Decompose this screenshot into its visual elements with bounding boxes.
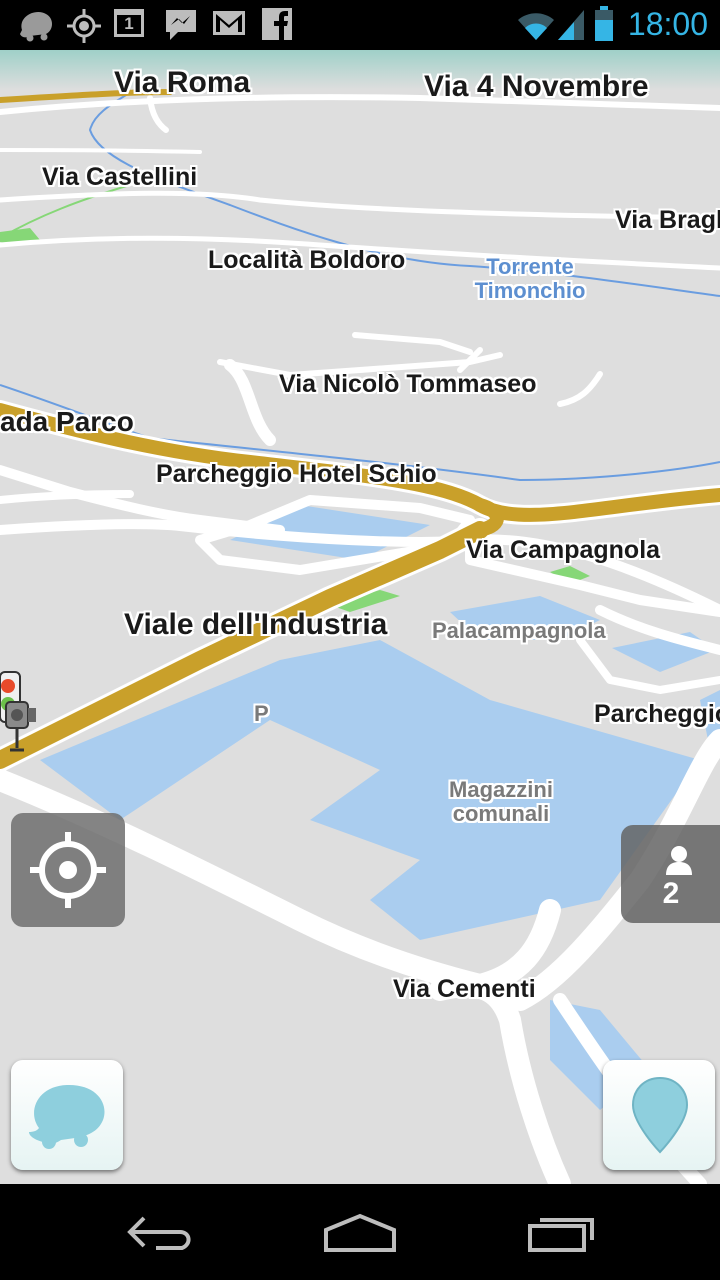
calendar-day: 1	[124, 14, 134, 33]
street-label: Via Roma	[114, 66, 251, 99]
speed-camera-icon[interactable]	[0, 670, 44, 756]
street-label: ada Parco	[0, 406, 134, 437]
waze-menu-button[interactable]	[11, 1060, 123, 1170]
street-label: Via Castellini	[42, 163, 198, 191]
crosshair-icon	[30, 832, 106, 908]
status-clock: 18:00	[627, 6, 708, 42]
navigation-bar	[0, 1184, 720, 1280]
nearby-wazers-count: 2	[662, 877, 680, 910]
status-bar: 1 18:00	[0, 0, 720, 50]
calendar-icon: 1	[114, 9, 144, 37]
recenter-button[interactable]	[11, 813, 125, 927]
street-label: Via Cementi	[393, 975, 536, 1003]
street-label: Via Nicolò Tommaseo	[279, 370, 537, 398]
poi-label: Magazzini comunali	[449, 777, 553, 826]
recent-apps-icon[interactable]	[526, 1204, 598, 1260]
waze-notification-icon	[20, 11, 52, 42]
gmail-icon	[213, 11, 245, 35]
person-icon	[666, 846, 692, 875]
street-label: Via Bragh	[615, 206, 720, 234]
parking-label: P	[254, 701, 269, 726]
facebook-icon	[262, 8, 292, 40]
messenger-icon	[166, 10, 196, 40]
river-label: Torrente Timonchio	[474, 254, 586, 303]
street-label: Via 4 Novembre	[424, 70, 649, 103]
street-label: Parcheggio	[594, 700, 720, 728]
map-view[interactable]: Via Roma Via 4 Novembre Via Castellini V…	[0, 50, 720, 1184]
nearby-wazers-button[interactable]: 2	[621, 825, 720, 923]
battery-icon	[595, 6, 613, 41]
report-button[interactable]	[603, 1060, 715, 1170]
wifi-icon	[518, 13, 554, 40]
waze-icon	[29, 1084, 105, 1149]
location-pin-icon	[631, 1076, 689, 1154]
signal-icon	[558, 10, 584, 40]
street-label: Località Boldoro	[208, 246, 406, 274]
street-label: Parcheggio Hotel Schio	[156, 460, 437, 488]
street-label: Via Campagnola	[466, 536, 661, 564]
gps-icon	[67, 9, 101, 43]
street-label: Viale dell'Industria	[124, 608, 388, 641]
back-icon[interactable]	[126, 1204, 196, 1260]
home-icon[interactable]	[322, 1204, 398, 1260]
poi-label: Palacampagnola	[432, 618, 606, 643]
